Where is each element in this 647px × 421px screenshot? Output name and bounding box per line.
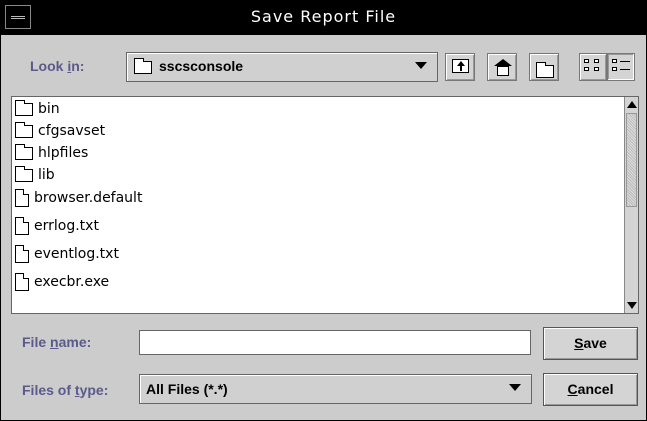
new-folder-button[interactable] xyxy=(529,53,559,81)
file-icon xyxy=(15,273,29,291)
file-name-label: File name: xyxy=(22,334,92,350)
save-report-dialog: Save Report File Look in: sscsconsole bi… xyxy=(0,0,647,421)
up-one-level-button[interactable] xyxy=(445,53,475,81)
file-name-input[interactable] xyxy=(139,330,531,355)
folder-icon xyxy=(15,165,33,182)
look-in-label: Look in: xyxy=(30,58,85,74)
files-of-type-combo[interactable]: All Files (*.*) xyxy=(139,374,532,404)
details-view-icon xyxy=(612,59,630,73)
file-icon xyxy=(15,245,29,263)
files-of-type-label: Files of type: xyxy=(22,382,109,398)
details-view-button[interactable] xyxy=(607,53,635,81)
save-button[interactable]: Save xyxy=(543,327,638,360)
list-item[interactable]: execbr.exe xyxy=(15,271,109,293)
list-item[interactable]: lib xyxy=(15,164,55,186)
list-item[interactable]: hlpfiles xyxy=(15,142,88,164)
list-item[interactable]: bin xyxy=(15,98,60,120)
scroll-thumb[interactable] xyxy=(626,113,637,207)
list-item[interactable]: cfgsavset xyxy=(15,120,105,142)
up-one-level-icon xyxy=(452,59,469,73)
folder-icon xyxy=(15,121,33,138)
file-icon xyxy=(15,189,29,207)
look-in-value: sscsconsole xyxy=(159,58,244,74)
new-folder-icon xyxy=(536,61,554,78)
home-button[interactable] xyxy=(487,53,517,81)
cancel-button[interactable]: Cancel xyxy=(543,373,638,406)
look-in-combo[interactable]: sscsconsole xyxy=(126,52,438,82)
chevron-down-icon xyxy=(415,62,427,69)
title-bar[interactable]: Save Report File xyxy=(1,1,646,35)
list-view-button[interactable] xyxy=(579,53,607,81)
scroll-up-icon[interactable] xyxy=(627,101,637,108)
window-title: Save Report File xyxy=(250,7,397,26)
list-item[interactable]: browser.default xyxy=(15,187,142,209)
folder-icon xyxy=(15,143,33,160)
chevron-down-icon xyxy=(509,384,521,391)
folder-icon xyxy=(134,58,152,74)
scroll-down-icon[interactable] xyxy=(627,302,637,309)
file-list[interactable]: bin cfgsavset hlpfiles lib browser.defau… xyxy=(11,96,639,314)
file-icon xyxy=(15,217,29,235)
folder-icon xyxy=(15,99,33,116)
list-view-icon xyxy=(584,59,602,73)
list-item[interactable]: eventlog.txt xyxy=(15,243,119,265)
files-of-type-value: All Files (*.*) xyxy=(146,381,228,397)
home-icon xyxy=(494,59,512,76)
vertical-scrollbar[interactable] xyxy=(624,97,638,313)
list-item[interactable]: errlog.txt xyxy=(15,215,99,237)
